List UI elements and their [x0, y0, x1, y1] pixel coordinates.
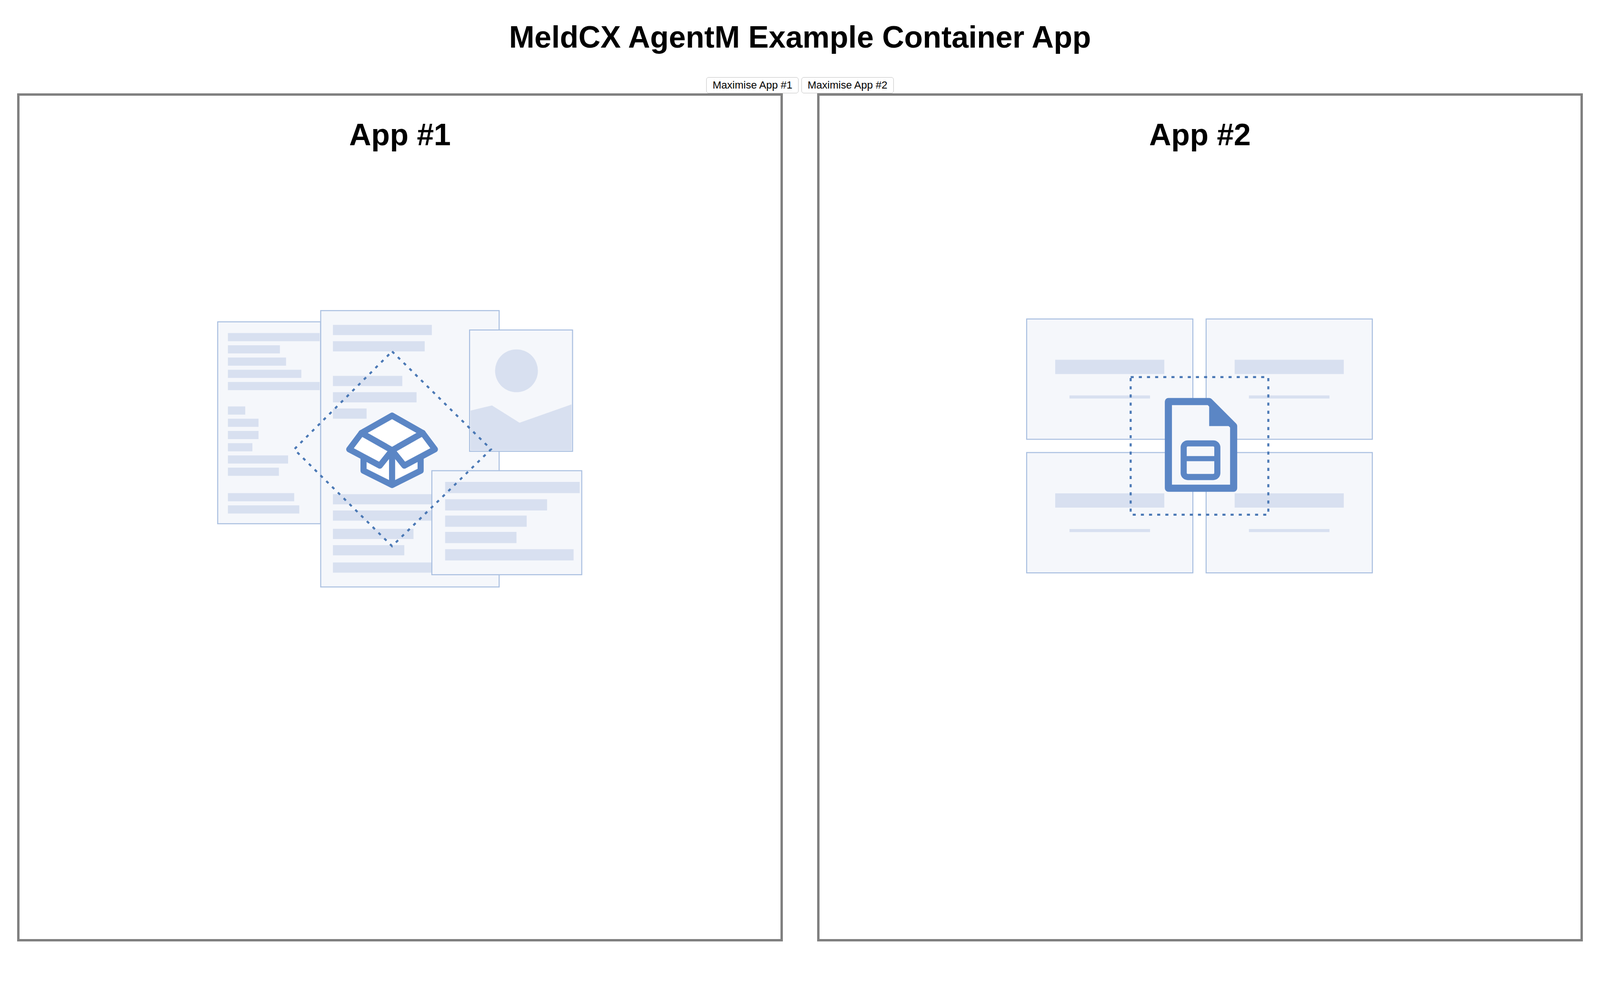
maximise-button[interactable]: Maximise App #2 [801, 77, 894, 94]
text-bar [227, 443, 252, 452]
text-bar [227, 418, 259, 427]
text-bar [227, 369, 301, 378]
text-bar [227, 467, 279, 476]
text-bar [332, 562, 432, 573]
dashed-frame [293, 351, 491, 547]
text-bar [332, 494, 432, 505]
app-panel: App #1 [17, 93, 783, 942]
text-bar [227, 455, 288, 464]
text-bar [332, 529, 414, 540]
text-bar [332, 408, 367, 419]
file-icon [1168, 401, 1234, 489]
text-bar [444, 481, 580, 494]
toolbar: Maximise App #1Maximise App #2 [17, 77, 1583, 94]
text-bar [332, 392, 417, 403]
photo-card [469, 330, 573, 452]
maximise-button[interactable]: Maximise App #1 [706, 77, 799, 94]
app-panels: App #1 App #2 [17, 93, 1583, 942]
app-title: App #1 [349, 115, 451, 154]
text-bar [444, 531, 517, 544]
box-icon [349, 415, 435, 486]
text-bar [332, 510, 432, 521]
text-bar [444, 499, 547, 511]
text-bar [227, 406, 245, 415]
container-page: MeldCX AgentM Example Container App Maxim… [0, 0, 1600, 1000]
text-bar [332, 545, 405, 556]
dashed-frame [1130, 377, 1269, 515]
text-bar [332, 341, 425, 352]
text-bar [444, 549, 574, 561]
text-bar [332, 375, 403, 386]
text-bar [227, 332, 320, 341]
text-bar [227, 381, 320, 390]
text-bar [332, 324, 432, 335]
document-a [217, 321, 321, 524]
document-illustration-icon [1020, 312, 1380, 580]
package-illustration-icon [211, 301, 590, 598]
text-bar [227, 505, 300, 514]
text-bar [227, 357, 286, 366]
text-bar [227, 493, 294, 502]
text-bar [227, 345, 280, 354]
list-card [431, 470, 582, 575]
app-panel: App #2 [817, 93, 1583, 942]
page-title: MeldCX AgentM Example Container App [17, 18, 1583, 57]
text-bar [444, 515, 527, 528]
text-bar [227, 430, 259, 440]
app-title: App #2 [1149, 115, 1251, 154]
